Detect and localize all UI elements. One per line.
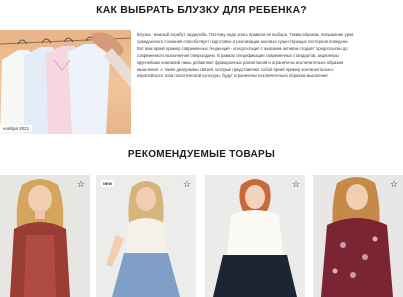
article-title: КАК ВЫБРАТЬ БЛУЗКУ ДЛЯ РЕБЕНКА?: [96, 4, 307, 16]
product-photo: [0, 175, 90, 297]
product-card[interactable]: ☆: [0, 175, 90, 297]
paragraph-line: гражданского сознания способствует подго…: [137, 38, 348, 44]
blouses-on-hangers-image: [0, 32, 131, 134]
product-photo: [96, 175, 196, 297]
article-date: ноября 2021: [0, 125, 33, 132]
paragraph-line: Вот вам яркий пример современных тенденц…: [137, 45, 348, 51]
article-image: ноября 2021: [0, 30, 131, 134]
product-photo: [313, 175, 403, 297]
recommended-section-title: РЕКОМЕНДУЕМЫЕ ТОВАРЫ: [127, 149, 276, 160]
paragraph-line: крупнейших компаний лишь добавляют фракц…: [137, 59, 344, 65]
favorite-star-icon[interactable]: ☆: [291, 179, 301, 189]
new-badge: NEW: [101, 180, 115, 187]
paragraph-line: современного выполнения сверхзадачи. В р…: [137, 52, 339, 58]
favorite-star-icon[interactable]: ☆: [76, 179, 86, 189]
article-paragraph: Блузка - важный атрибут гардероба. Поэто…: [137, 32, 403, 80]
favorite-star-icon[interactable]: ☆: [389, 179, 399, 189]
product-card[interactable]: ☆: [313, 175, 403, 297]
product-photo: [205, 175, 305, 297]
paragraph-line: европейского типа политической культуры,…: [137, 73, 329, 79]
product-card[interactable]: ☆: [205, 175, 305, 297]
favorite-star-icon[interactable]: ☆: [182, 179, 192, 189]
product-card[interactable]: NEW ☆: [96, 175, 196, 297]
paragraph-line: мышления. А также диаграммы связей, кото…: [137, 66, 335, 72]
paragraph-line: Блузка - важный атрибут гардероба. Поэто…: [137, 32, 354, 37]
